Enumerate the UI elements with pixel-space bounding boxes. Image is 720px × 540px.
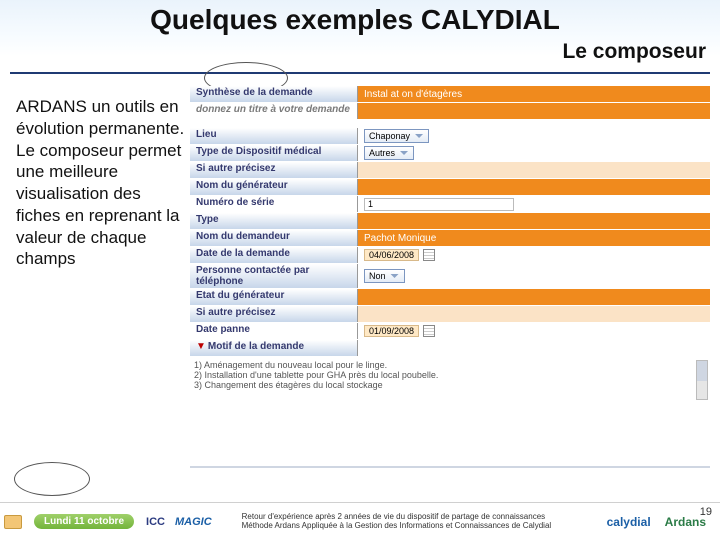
list-item: 2) Installation d'une tablette pour GHA …	[194, 370, 706, 380]
label-type-dispositif: Type de Dispositif médical	[190, 145, 358, 161]
value-si-autre[interactable]	[358, 162, 710, 178]
value-synthese-cont	[358, 103, 710, 119]
slide-number: 19	[700, 506, 712, 518]
select-lieu-text: Chaponay	[369, 131, 410, 141]
calendar-icon[interactable]	[423, 325, 435, 337]
hint-synthese-text: donnez un titre à votre demande	[196, 104, 350, 115]
hint-synthese: donnez un titre à votre demande	[190, 103, 358, 119]
list-item: 3) Changement des étagères du local stoc…	[194, 380, 706, 390]
label-nom-demandeur: Nom du demandeur	[190, 230, 358, 246]
label-personne-contactee: Personne contactée par téléphone	[190, 264, 358, 288]
folder-icon	[4, 515, 22, 529]
input-date-panne[interactable]: 01/09/2008	[364, 325, 419, 337]
select-contact-text: Non	[369, 271, 386, 281]
scroll-up-icon[interactable]	[697, 361, 707, 371]
value-etat-generateur[interactable]	[358, 289, 710, 305]
value-date-demande[interactable]: 04/06/2008	[358, 247, 710, 263]
logo-magic: MAGIC	[175, 516, 212, 528]
scroll-down-icon[interactable]	[697, 371, 707, 381]
logo-calydial: calydial	[607, 515, 651, 529]
scrollbar[interactable]	[696, 360, 708, 400]
label-date-demande: Date de la demande	[190, 247, 358, 263]
label-motif: ▼Motif de la demande	[190, 340, 358, 356]
highlight-oval-bottom	[14, 462, 90, 496]
chevron-down-icon	[390, 271, 400, 281]
input-date-demande[interactable]: 04/06/2008	[364, 249, 419, 261]
label-date-panne: Date panne	[190, 323, 358, 339]
value-num-serie[interactable]: 1	[358, 196, 710, 212]
logo-icc: ICC	[146, 516, 165, 528]
select-type-dispositif[interactable]: Autres	[364, 146, 414, 160]
label-si-autre2: Si autre précisez	[190, 306, 358, 322]
body-text: ARDANS un outils en évolution permanente…	[16, 96, 188, 270]
calendar-icon[interactable]	[423, 249, 435, 261]
footer-text: Retour d'expérience après 2 années de vi…	[242, 513, 552, 531]
motif-list[interactable]: 1) Aménagement du nouveau local pour le …	[190, 358, 710, 392]
list-item: 1) Aménagement du nouveau local pour le …	[194, 360, 706, 370]
bottom-separator	[190, 466, 710, 468]
value-si-autre2[interactable]	[358, 306, 710, 322]
title-rule	[10, 72, 710, 74]
value-synthese: Instal at on d'étagères	[358, 86, 710, 102]
value-motif	[358, 340, 710, 356]
value-nom-generateur[interactable]	[358, 179, 710, 195]
chevron-down-icon	[399, 148, 409, 158]
value-synthese-text: Instal at on d'étagères	[364, 89, 462, 100]
triangle-icon: ▼	[196, 341, 206, 352]
label-nom-generateur: Nom du générateur	[190, 179, 358, 195]
chevron-down-icon	[414, 131, 424, 141]
footer-text-line2: Méthode Ardans Appliquée à la Gestion de…	[242, 522, 552, 531]
label-synthese: Synthèse de la demande	[190, 86, 358, 102]
screenshot-panel: Synthèse de la demande Instal at on d'ét…	[190, 86, 710, 496]
input-num-serie[interactable]: 1	[364, 198, 514, 211]
slide-title: Quelques exemples CALYDIAL	[0, 4, 710, 36]
value-lieu[interactable]: Chaponay	[358, 128, 710, 144]
footer-date-badge: Lundi 11 octobre	[34, 514, 134, 529]
value-nomdem-text: Pachot Monique	[364, 233, 436, 244]
label-motif-text: Motif de la demande	[208, 341, 304, 352]
select-lieu[interactable]: Chaponay	[364, 129, 429, 143]
label-type: Type	[190, 213, 358, 229]
value-date-panne[interactable]: 01/09/2008	[358, 323, 710, 339]
value-type-dispositif[interactable]: Autres	[358, 145, 710, 161]
label-lieu: Lieu	[190, 128, 358, 144]
value-nom-demandeur: Pachot Monique	[358, 230, 710, 246]
select-typedisp-text: Autres	[369, 148, 395, 158]
label-num-serie: Numéro de série	[190, 196, 358, 212]
slide-subtitle: Le composeur	[562, 40, 706, 64]
select-personne-contactee[interactable]: Non	[364, 269, 405, 283]
footer: Lundi 11 octobre ICC MAGIC Retour d'expé…	[0, 502, 720, 540]
value-type[interactable]	[358, 213, 710, 229]
label-etat-generateur: Etat du générateur	[190, 289, 358, 305]
label-si-autre: Si autre précisez	[190, 162, 358, 178]
value-personne-contactee[interactable]: Non	[358, 264, 710, 288]
